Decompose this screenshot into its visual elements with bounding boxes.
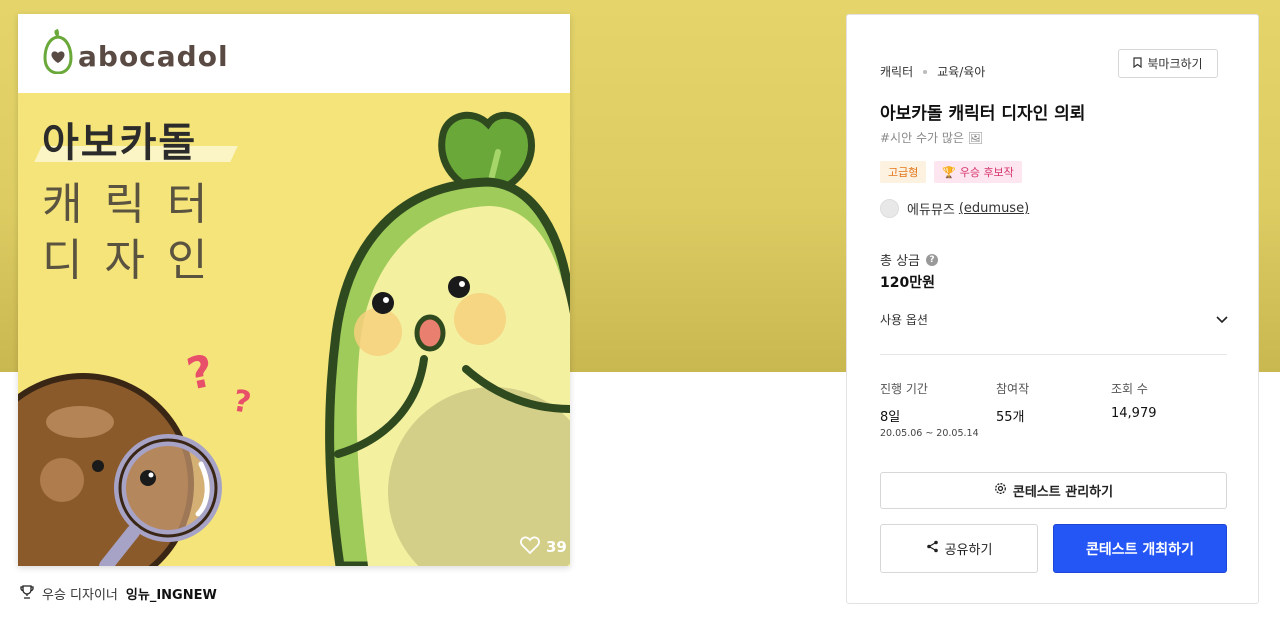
prize-label-row: 총 상금 ? [880,250,939,269]
brand-logo-text: abocadol [78,40,229,73]
winner-designer: 우승 디자이너 잉뉴_INGNEW [20,584,217,603]
stat-period: 진행 기간 8일 20.05.06 ~ 20.05.14 [880,380,979,439]
host-contest-button[interactable]: 콘테스트 개최하기 [1053,524,1227,573]
usage-options-label: 사용 옵션 [880,313,928,327]
host-info[interactable]: 에듀뮤즈 (edumuse) [880,199,1029,218]
logo-bar: abocadol [18,14,570,93]
avocado-logo-icon [42,28,74,78]
like-counter[interactable]: 39 [520,536,567,558]
separator-dot [923,69,928,74]
winner-name[interactable]: 잉뉴_INGNEW [126,584,217,603]
period-value: 8일 [880,410,901,425]
share-icon [926,540,939,557]
trophy-icon: 🏆 [942,165,956,179]
share-button[interactable]: 공유하기 [880,524,1038,573]
subcategory-label[interactable]: 교육/육아 [937,63,985,80]
bookmark-icon [1133,56,1142,71]
premium-badge: 고급형 [880,161,927,183]
artwork-title-line3: 디자인 [42,235,230,286]
like-count: 39 [546,538,567,556]
entries-value: 55개 [996,410,1025,425]
manage-contest-button[interactable]: 콘테스트 관리하기 [880,472,1227,509]
bookmark-button[interactable]: 북마크하기 [1118,49,1218,78]
manage-contest-label: 콘테스트 관리하기 [1012,485,1114,500]
contest-thumbnail[interactable]: abocadol ? ? 아보카돌 캐릭터 디자인 39 [18,14,570,566]
host-name: 에듀뮤즈 [907,203,955,218]
prize-label: 총 상금 [880,254,921,269]
category-label[interactable]: 캐릭터 [880,63,913,80]
help-icon[interactable]: ? [926,253,939,266]
entries-label: 참여작 [996,382,1030,396]
category-breadcrumb: 캐릭터 교육/육아 [880,63,985,80]
artwork-title-line2: 캐릭터 [42,179,230,230]
winner-candidate-badge: 🏆 우승 후보작 [934,161,1022,183]
winner-label: 우승 디자이너 [42,588,118,603]
share-label: 공유하기 [944,543,993,558]
divider [880,354,1227,355]
prize-value: 120만원 [880,275,935,291]
gear-icon [994,482,1007,499]
stat-entries: 참여작 55개 [996,380,1030,425]
stat-views: 조회 수 14,979 [1111,380,1157,421]
chevron-down-icon [1216,313,1228,327]
contest-info-panel: 캐릭터 교육/육아 북마크하기 아보카돌 캐릭터 디자인 의뢰 #시안 수가 많… [846,14,1259,604]
heart-icon [520,536,540,558]
trophy-icon [20,584,34,603]
bookmark-label: 북마크하기 [1147,57,1203,71]
views-label: 조회 수 [1111,382,1148,396]
host-avatar [880,199,899,218]
usage-options-toggle[interactable]: 사용 옵션 [880,311,1228,328]
svg-text:?: ? [183,345,219,400]
contest-tagline: #시안 수가 많은 🖼 [880,131,983,145]
views-value: 14,979 [1111,406,1157,421]
host-id[interactable]: (edumuse) [959,201,1029,216]
period-label: 진행 기간 [880,382,928,396]
contest-title: 아보카돌 캐릭터 디자인 의뢰 [880,104,1086,124]
artwork-title-line1: 아보카돌 [42,120,198,166]
svg-text:?: ? [230,384,253,421]
badge-label: 우승 후보작 [959,166,1014,179]
period-dates: 20.05.06 ~ 20.05.14 [880,428,979,439]
